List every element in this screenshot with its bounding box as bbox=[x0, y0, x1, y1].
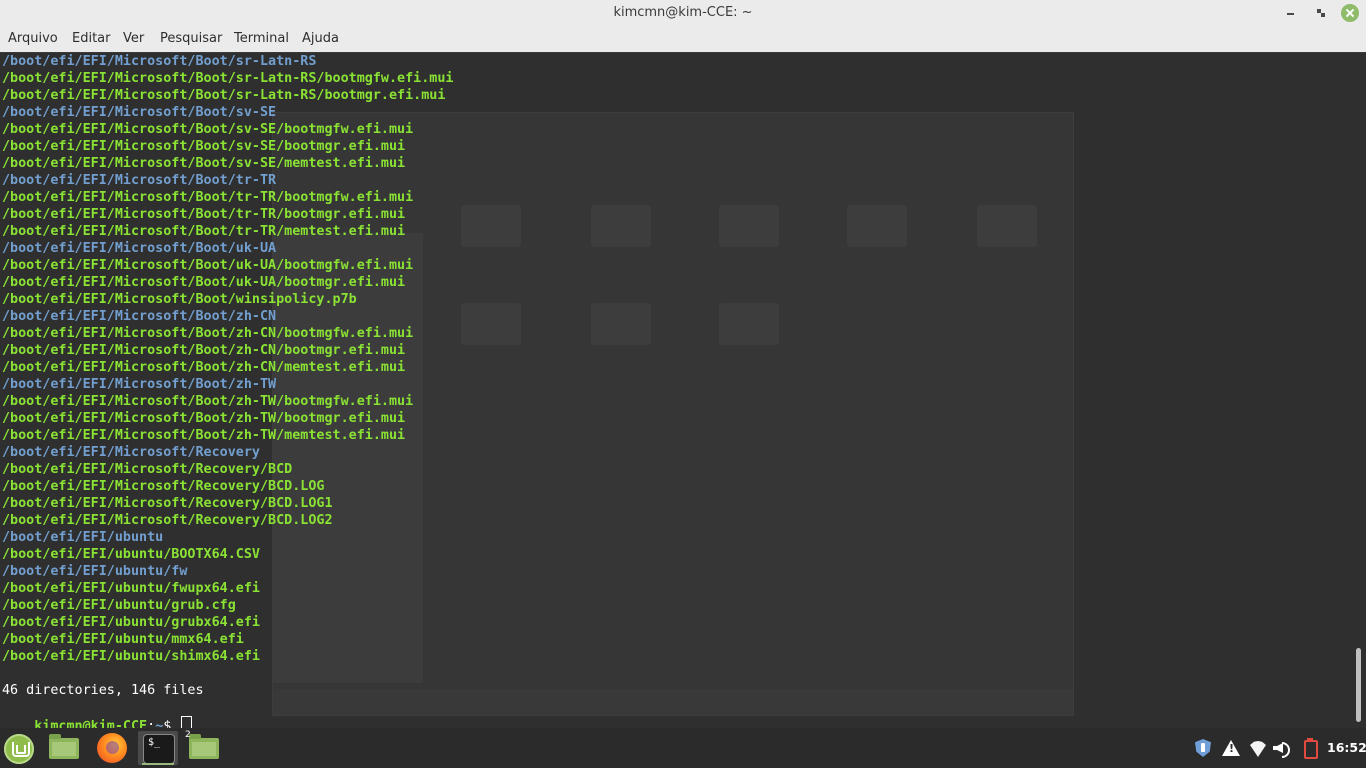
file-line: /boot/efi/EFI/ubuntu/grubx64.efi bbox=[2, 615, 260, 630]
terminal-icon: $_ bbox=[143, 734, 175, 764]
menu-ver[interactable]: Ver bbox=[123, 31, 144, 46]
window-count-badge: 2 bbox=[185, 730, 191, 740]
wifi-icon[interactable] bbox=[1248, 738, 1268, 758]
file-line: /boot/efi/EFI/ubuntu/mmx64.efi bbox=[2, 632, 244, 647]
menu-arquivo[interactable]: Arquivo bbox=[8, 31, 58, 46]
file-line: /boot/efi/EFI/Microsoft/Boot/zh-CN/memte… bbox=[2, 360, 406, 375]
menu-button[interactable] bbox=[0, 731, 40, 765]
taskbar: $_ 2 16:52 bbox=[0, 728, 1366, 768]
ghost-statusbar bbox=[273, 689, 1073, 715]
minimize-button[interactable] bbox=[1282, 4, 1300, 22]
close-button[interactable] bbox=[1341, 4, 1359, 22]
menu-editar[interactable]: Editar bbox=[72, 31, 111, 46]
file-line: /boot/efi/EFI/Microsoft/Boot/tr-TR/bootm… bbox=[2, 190, 414, 205]
directory-line: /boot/efi/EFI/ubuntu bbox=[2, 530, 164, 545]
file-line: /boot/efi/EFI/Microsoft/Boot/winsipolicy… bbox=[2, 292, 357, 307]
file-line: /boot/efi/EFI/Microsoft/Recovery/BCD bbox=[2, 462, 293, 477]
ghost-folder bbox=[847, 205, 907, 247]
file-line: /boot/efi/EFI/ubuntu/shimx64.efi bbox=[2, 649, 260, 664]
mint-logo-icon bbox=[4, 734, 34, 764]
volume-icon[interactable] bbox=[1272, 738, 1292, 758]
file-line: /boot/efi/EFI/Microsoft/Boot/tr-TR/memte… bbox=[2, 224, 406, 239]
files-launcher[interactable] bbox=[44, 731, 84, 765]
window-titlebar[interactable]: kimcmn@kim-CCE: ~ bbox=[0, 0, 1366, 27]
firefox-launcher[interactable] bbox=[92, 731, 132, 765]
directory-line: /boot/efi/EFI/Microsoft/Boot/uk-UA bbox=[2, 241, 277, 256]
ghost-folder bbox=[461, 205, 521, 247]
file-line: /boot/efi/EFI/Microsoft/Boot/sr-Latn-RS/… bbox=[2, 71, 454, 86]
prompt-symbol: $ bbox=[163, 719, 180, 728]
window-title: kimcmn@kim-CCE: ~ bbox=[613, 5, 753, 20]
clock[interactable]: 16:52 bbox=[1327, 740, 1366, 755]
terminal-output[interactable]: /boot/efi/EFI/Microsoft/Boot/sr-Latn-RS /… bbox=[0, 52, 1366, 728]
file-line: /boot/efi/EFI/ubuntu/grub.cfg bbox=[2, 598, 236, 613]
file-line: /boot/efi/EFI/Microsoft/Boot/sr-Latn-RS/… bbox=[2, 88, 446, 103]
terminal-window[interactable]: $_ bbox=[138, 731, 178, 765]
file-line: /boot/efi/EFI/Microsoft/Boot/zh-CN/bootm… bbox=[2, 326, 414, 341]
terminal-icon-text: $_ bbox=[148, 737, 161, 748]
file-line: /boot/efi/EFI/Microsoft/Boot/uk-UA/bootm… bbox=[2, 258, 414, 273]
file-line: /boot/efi/EFI/Microsoft/Boot/uk-UA/bootm… bbox=[2, 275, 406, 290]
command-prompt[interactable]: kimcmn@kim-CCE:~$ bbox=[2, 699, 193, 728]
menu-pesquisar[interactable]: Pesquisar bbox=[160, 31, 222, 46]
tree-summary: 46 directories, 146 files bbox=[2, 683, 204, 698]
battery-icon[interactable] bbox=[1300, 738, 1320, 759]
file-line: /boot/efi/EFI/Microsoft/Boot/sv-SE/memte… bbox=[2, 156, 406, 171]
prompt-separator: : bbox=[147, 719, 156, 728]
menu-ajuda[interactable]: Ajuda bbox=[302, 31, 339, 46]
menu-bar: Arquivo Editar Ver Pesquisar Terminal Aj… bbox=[0, 27, 1366, 53]
file-line: /boot/efi/EFI/Microsoft/Boot/sv-SE/bootm… bbox=[2, 122, 414, 137]
ghost-folder bbox=[977, 205, 1037, 247]
ghost-folder bbox=[591, 205, 651, 247]
files-window[interactable]: 2 bbox=[184, 730, 224, 765]
file-line: /boot/efi/EFI/Microsoft/Boot/tr-TR/bootm… bbox=[2, 207, 406, 222]
directory-line: /boot/efi/EFI/ubuntu/fw bbox=[2, 564, 188, 579]
directory-line: /boot/efi/EFI/Microsoft/Boot/zh-CN bbox=[2, 309, 277, 324]
file-line: /boot/efi/EFI/ubuntu/BOOTX64.CSV bbox=[2, 547, 260, 562]
menu-terminal[interactable]: Terminal bbox=[234, 31, 289, 46]
directory-line: /boot/efi/EFI/Microsoft/Boot/zh-TW bbox=[2, 377, 277, 392]
maximize-button[interactable] bbox=[1312, 4, 1330, 22]
shield-icon[interactable] bbox=[1193, 738, 1213, 758]
file-line: /boot/efi/EFI/Microsoft/Recovery/BCD.LOG… bbox=[2, 496, 333, 511]
folder-icon bbox=[49, 734, 79, 759]
file-line: /boot/efi/EFI/Microsoft/Boot/zh-TW/bootm… bbox=[2, 394, 414, 409]
file-line: /boot/efi/EFI/Microsoft/Boot/sv-SE/bootm… bbox=[2, 139, 406, 154]
file-line: /boot/efi/EFI/Microsoft/Boot/zh-TW/bootm… bbox=[2, 411, 406, 426]
file-line: /boot/efi/EFI/ubuntu/fwupx64.efi bbox=[2, 581, 260, 596]
warning-icon[interactable] bbox=[1221, 738, 1241, 758]
directory-line: /boot/efi/EFI/Microsoft/Recovery bbox=[2, 445, 260, 460]
ghost-folder bbox=[461, 303, 521, 345]
folder-icon bbox=[189, 734, 219, 759]
firefox-icon bbox=[97, 733, 127, 763]
ghost-folder bbox=[719, 303, 779, 345]
ghost-folder bbox=[591, 303, 651, 345]
ghost-folder bbox=[719, 205, 779, 247]
file-line: /boot/efi/EFI/Microsoft/Recovery/BCD.LOG bbox=[2, 479, 325, 494]
directory-line: /boot/efi/EFI/Microsoft/Boot/sv-SE bbox=[2, 105, 277, 120]
terminal-scrollbar[interactable] bbox=[1356, 648, 1361, 722]
file-line: /boot/efi/EFI/Microsoft/Boot/zh-TW/memte… bbox=[2, 428, 406, 443]
directory-line: /boot/efi/EFI/Microsoft/Boot/sr-Latn-RS bbox=[2, 54, 317, 69]
file-line: /boot/efi/EFI/Microsoft/Recovery/BCD.LOG… bbox=[2, 513, 333, 528]
text-cursor bbox=[181, 716, 193, 728]
output-lines: /boot/efi/EFI/Microsoft/Boot/sr-Latn-RS /… bbox=[2, 53, 453, 665]
file-line: /boot/efi/EFI/Microsoft/Boot/zh-CN/bootm… bbox=[2, 343, 406, 358]
directory-line: /boot/efi/EFI/Microsoft/Boot/tr-TR bbox=[2, 173, 277, 188]
prompt-user-host: kimcmn@kim-CCE bbox=[34, 719, 148, 728]
